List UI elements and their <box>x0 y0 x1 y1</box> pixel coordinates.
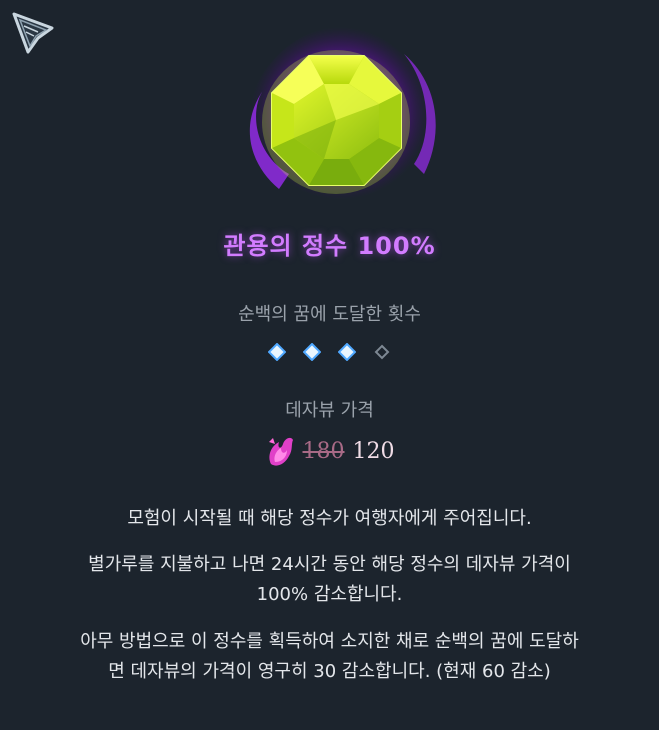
description-paragraph-1: 모험이 시작될 때 해당 정수가 여행자에게 주어집니다. <box>20 504 639 534</box>
original-price: 180 <box>302 438 345 464</box>
description-paragraph-2: 별가루를 지불하고 나면 24시간 동안 해당 정수의 데자뷰 가격이 100%… <box>20 550 639 610</box>
price-row: 180 120 <box>0 434 659 468</box>
reach-count-label: 순백의 꿈에 도달한 횟수 <box>238 304 421 325</box>
description-line: 별가루를 지불하고 나면 24시간 동안 해당 정수의 데자뷰 가격이 <box>88 554 571 575</box>
filled-diamond-icon <box>268 343 286 361</box>
filled-diamond-icon <box>303 343 321 361</box>
description-paragraph-3: 아무 방법으로 이 정수를 획득하여 소지한 채로 순백의 꿈에 도달하 면 데… <box>20 627 639 687</box>
filled-diamond-icon <box>338 343 356 361</box>
yellow-octagon-gem-icon <box>249 26 436 200</box>
description-line: 아무 방법으로 이 정수를 획득하여 소지한 채로 순백의 꿈에 도달하 <box>80 631 579 652</box>
back-button[interactable] <box>8 8 60 60</box>
pink-crystal-icon <box>268 437 293 466</box>
discounted-price: 120 <box>352 438 395 464</box>
description-line: 면 데자뷰의 가격이 영구히 30 감소합니다. (현재 60 감소) <box>108 661 551 682</box>
description-line: 모험이 시작될 때 해당 정수가 여행자에게 주어집니다. <box>127 508 532 529</box>
essence-title: 관용의 정수 100% <box>223 232 436 260</box>
deja-vu-price-label: 데자뷰 가격 <box>285 400 374 421</box>
description-line: 100% 감소합니다. <box>256 584 403 605</box>
essence-gem-image <box>219 14 449 214</box>
back-arrow-icon <box>12 12 54 54</box>
reach-count-indicator <box>0 343 659 361</box>
empty-diamond-icon <box>374 344 390 360</box>
